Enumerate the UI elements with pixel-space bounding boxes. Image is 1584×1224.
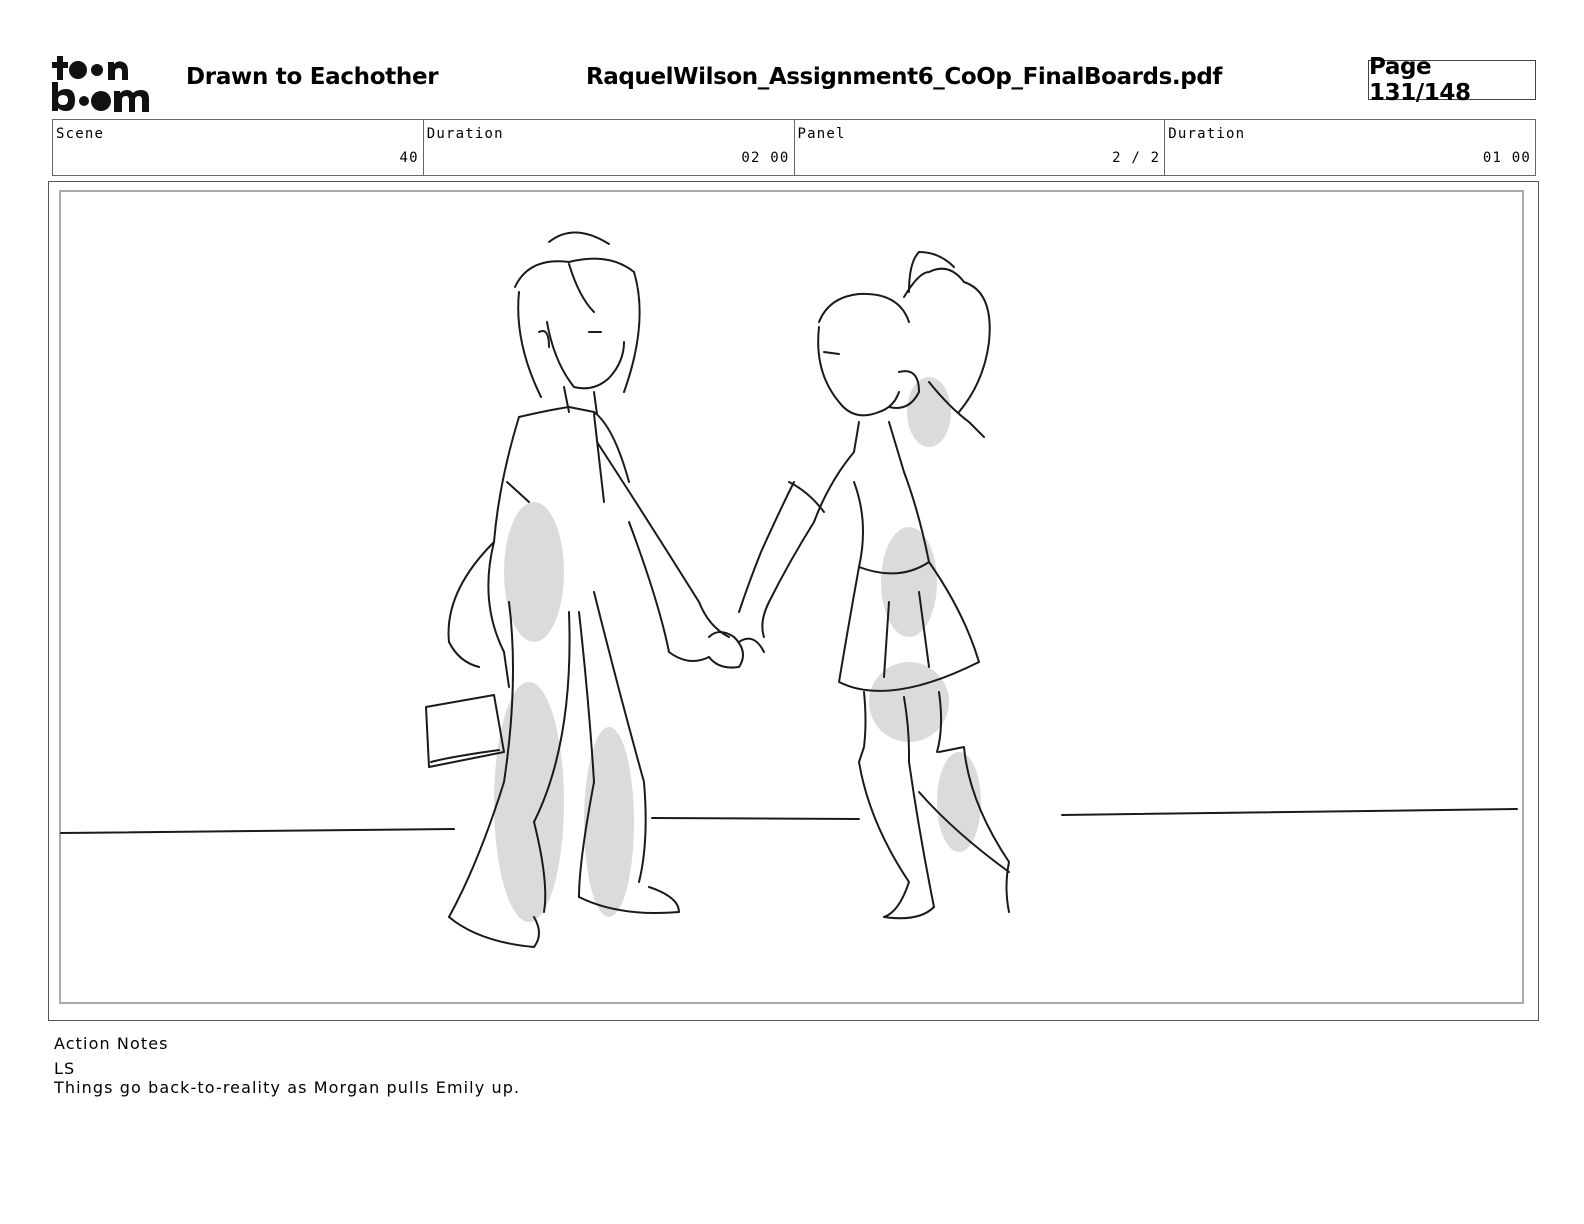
storyboard-sketch-icon [60, 231, 1518, 948]
scene-value: 40 [399, 150, 419, 166]
scene-cell: Scene 40 [53, 120, 424, 175]
scene-info-table: Scene 40 Duration 02 00 Panel 2 / 2 Dura… [52, 119, 1536, 176]
scene-label: Scene [56, 126, 105, 142]
panel-duration-cell: Duration 01 00 [1165, 120, 1535, 175]
action-notes-line-2: Things go back-to-reality as Morgan pull… [54, 1078, 521, 1097]
action-notes-heading: Action Notes [54, 1034, 169, 1053]
file-name: RaquelWilson_Assignment6_CoOp_FinalBoard… [586, 64, 1222, 90]
panel-value: 2 / 2 [1112, 150, 1161, 166]
storyboard-panel [48, 181, 1539, 1021]
panel-cell: Panel 2 / 2 [795, 120, 1166, 175]
scene-duration-value: 02 00 [741, 150, 790, 166]
panel-duration-label: Duration [1168, 126, 1246, 142]
project-title: Drawn to Eachother [186, 64, 439, 90]
scene-duration-cell: Duration 02 00 [424, 120, 795, 175]
panel-label: Panel [797, 126, 846, 142]
action-notes-line-1: LS [54, 1059, 76, 1078]
toonboom-logo [52, 56, 149, 112]
page-indicator: Page 131/148 [1368, 54, 1536, 106]
scene-duration-label: Duration [426, 126, 504, 142]
panel-duration-value: 01 00 [1482, 150, 1531, 166]
